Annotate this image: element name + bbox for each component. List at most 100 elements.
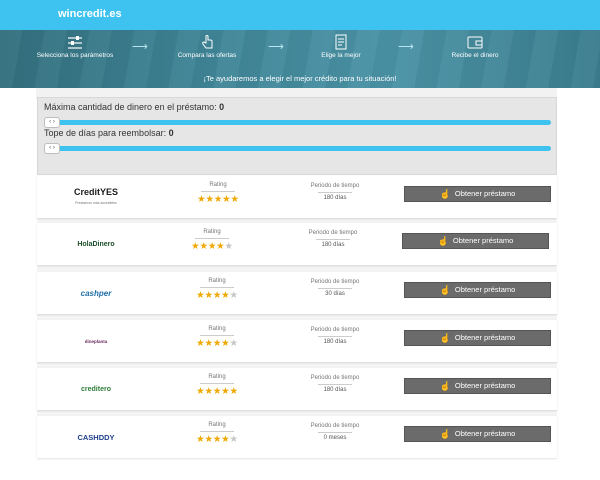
period-column: Periodo de tiempo 0 meses [295,423,375,441]
star-empty-icon: ★ [224,241,233,252]
lender-logo[interactable]: CASHDDY [37,416,155,458]
lender-card: cashper Rating ★★★★★ Periodo de tiempo 3… [37,272,557,314]
days-slider-handle[interactable]: ‹ › [44,143,60,154]
star-filled-icon: ★ [229,386,238,397]
lender-logo[interactable]: cashper [37,272,155,314]
star-filled-icon: ★ [212,386,222,397]
star-filled-icon: ★ [213,194,223,205]
amount-label: Máxima cantidad de dinero en el préstamo… [44,102,225,112]
arrow-right-icon: ⟶ [268,41,284,53]
star-filled-icon: ★ [196,290,205,301]
site-logo[interactable]: wincredit.es [58,8,122,20]
days-slider[interactable]: ‹ › [44,143,551,154]
sliders-icon [68,36,82,49]
get-loan-button[interactable]: ☝ Obtener préstamo [404,378,551,394]
step-choose-best: Elige la mejor [286,34,396,60]
parameters-panel: Máxima cantidad de dinero en el préstamo… [37,97,557,175]
lender-logo[interactable]: creditero [37,368,155,410]
period-column: Periodo de tiempo 180 días [293,230,373,248]
days-label: Tope de días para reembolsar: 0 [44,128,174,138]
star-filled-icon: ★ [204,338,214,349]
star-filled-icon: ★ [205,194,215,205]
thumbs-up-icon: ☝ [437,236,449,246]
period-column: Periodo de tiempo 30 días [295,279,375,297]
lender-card: CASHDDY Rating ★★★★★ Periodo de tiempo 0… [37,416,557,458]
period-column: Periodo de tiempo 180 días [295,375,375,393]
step-select-parameters: Selecciona los parámetros [20,34,130,60]
period-value: 180 días [323,387,347,393]
hero-banner: Selecciona los parámetros ⟶ Compara las … [0,30,600,88]
star-empty-icon: ★ [229,434,238,445]
star-filled-icon: ★ [196,338,205,349]
star-filled-icon: ★ [212,434,222,445]
get-loan-button[interactable]: ☝ Obtener préstamo [402,233,549,249]
step-receive-money: Recibe el dinero [420,34,530,60]
rating-column: Rating ★★★★★ [183,182,253,205]
period-value: 180 días [321,242,345,248]
hand-touch-icon [202,35,213,49]
lender-logo[interactable]: CreditYES Préstamos más accesibles [37,176,155,218]
period-value: 30 días [325,291,345,297]
lender-card: creditero Rating ★★★★★ Periodo de tiempo… [37,368,557,410]
star-filled-icon: ★ [212,290,222,301]
get-loan-button[interactable]: ☝ Obtener préstamo [404,330,551,346]
star-filled-icon: ★ [207,241,217,252]
period-column: Periodo de tiempo 180 días [295,183,375,201]
star-filled-icon: ★ [212,338,222,349]
star-filled-icon: ★ [196,434,205,445]
period-value: 0 meses [323,435,347,441]
star-filled-icon: ★ [199,241,209,252]
rating-column: Rating ★★★★★ [182,422,252,445]
top-bar: wincredit.es [0,0,600,30]
star-empty-icon: ★ [229,338,238,349]
star-rating: ★★★★★ [177,241,247,252]
thumbs-up-icon: ☝ [439,189,451,199]
star-rating: ★★★★★ [182,434,252,445]
star-filled-icon: ★ [196,386,205,397]
thumbs-up-icon: ☝ [439,333,451,343]
step-label: Recibe el dinero [451,52,499,59]
star-rating: ★★★★★ [182,338,252,349]
thumbs-up-icon: ☝ [439,429,451,439]
get-loan-button[interactable]: ☝ Obtener préstamo [404,186,551,202]
get-loan-button[interactable]: ☝ Obtener préstamo [404,426,551,442]
rating-column: Rating ★★★★★ [182,374,252,397]
checklist-icon [335,34,347,50]
days-value: 0 [168,128,174,138]
lender-logo[interactable]: dineplanta [37,320,155,362]
arrow-right-icon: ⟶ [132,41,148,53]
thumbs-up-icon: ☝ [439,381,451,391]
star-rating: ★★★★★ [183,194,253,205]
star-filled-icon: ★ [204,386,214,397]
step-compare-offers: Compara las ofertas [152,34,262,60]
star-rating: ★★★★★ [182,290,252,301]
lender-card: dineplanta Rating ★★★★★ Periodo de tiemp… [37,320,557,362]
rating-column: Rating ★★★★★ [182,326,252,349]
period-value: 180 días [323,195,347,201]
star-rating: ★★★★★ [182,386,252,397]
star-filled-icon: ★ [191,241,200,252]
period-column: Periodo de tiempo 180 días [295,327,375,345]
hero-message: ¡Te ayudaremos a elegir el mejor crédito… [203,74,397,83]
lender-card: CreditYES Préstamos más accesibles Ratin… [37,176,557,218]
wallet-icon [467,36,483,49]
step-label: Compara las ofertas [177,52,237,59]
step-label: Elige la mejor [321,52,361,59]
lender-list: CreditYES Préstamos más accesibles Ratin… [37,176,557,458]
amount-slider-handle[interactable]: ‹ › [44,117,60,128]
rating-column: Rating ★★★★★ [177,229,247,252]
get-loan-button[interactable]: ☝ Obtener préstamo [404,282,551,298]
lender-card: HolaDinero Rating ★★★★★ Periodo de tiemp… [37,223,557,265]
arrow-right-icon: ⟶ [398,41,414,53]
thumbs-up-icon: ☝ [439,285,451,295]
step-label: Selecciona los parámetros [36,52,114,59]
period-value: 180 días [323,339,347,345]
star-filled-icon: ★ [197,194,206,205]
star-filled-icon: ★ [204,290,214,301]
amount-value: 0 [219,102,225,112]
star-filled-icon: ★ [204,434,214,445]
amount-slider[interactable]: ‹ › [44,117,551,128]
lender-logo[interactable]: HolaDinero [37,223,155,265]
rating-column: Rating ★★★★★ [182,278,252,301]
star-filled-icon: ★ [230,194,239,205]
